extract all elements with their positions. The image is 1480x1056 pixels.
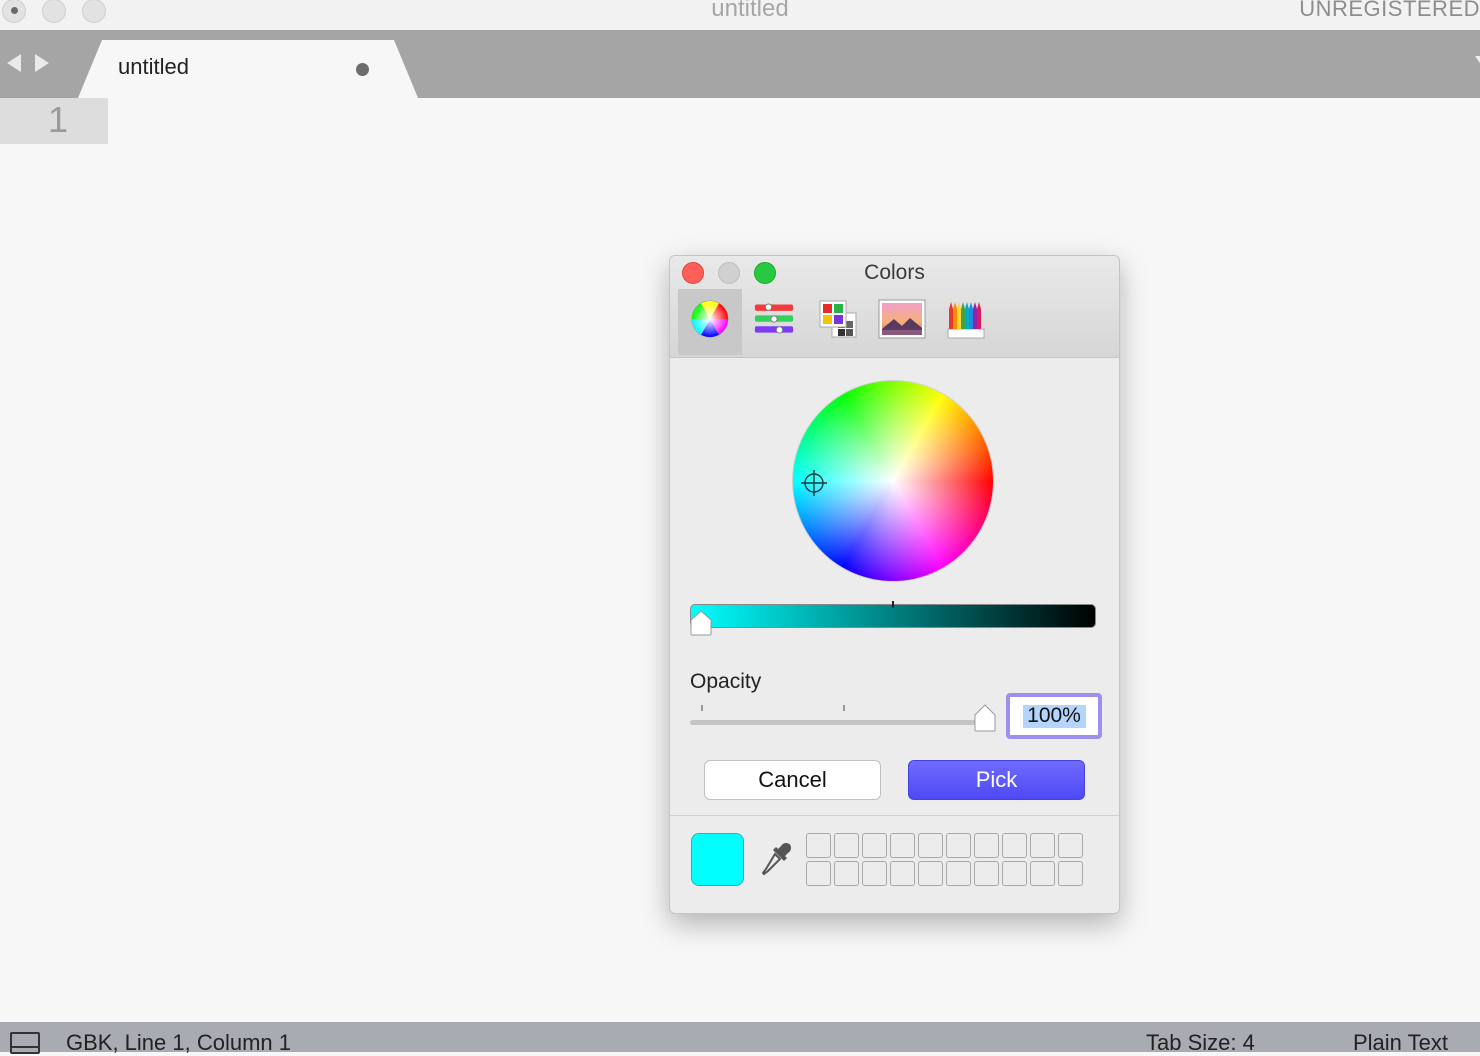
brightness-midpoint-tick: [892, 601, 894, 608]
custom-color-slot[interactable]: [918, 833, 943, 858]
image-palettes-icon: [878, 299, 926, 339]
panel-toggle-icon[interactable]: [10, 1032, 40, 1054]
pencils-icon: [947, 302, 985, 339]
opacity-label: Opacity: [690, 670, 762, 693]
tab-bar: untitled: [0, 30, 1480, 98]
opacity-slider[interactable]: [690, 720, 990, 725]
pick-button[interactable]: Pick: [908, 760, 1085, 800]
tab-image-palettes[interactable]: [870, 289, 934, 355]
color-wheel-icon: [691, 300, 729, 338]
tab-color-wheel[interactable]: [678, 289, 742, 355]
custom-color-grid: [806, 833, 1086, 889]
tab-untitled[interactable]: untitled: [78, 40, 418, 98]
custom-color-slot[interactable]: [1002, 861, 1027, 886]
window-title: untitled: [711, 0, 789, 22]
custom-color-slot[interactable]: [918, 861, 943, 886]
tab-size-selector[interactable]: Tab Size: 4: [1146, 1030, 1255, 1056]
brightness-slider-knob[interactable]: [690, 610, 712, 636]
custom-color-slot[interactable]: [862, 861, 887, 886]
cursor-position: GBK, Line 1, Column 1: [66, 1030, 292, 1055]
eyedropper-icon[interactable]: [760, 840, 794, 878]
custom-color-slot[interactable]: [806, 833, 831, 858]
unsaved-dot-icon[interactable]: [356, 63, 369, 76]
status-bar: GBK, Line 1, Column 1 Tab Size: 4 Plain …: [0, 1022, 1480, 1055]
custom-color-slot[interactable]: [1030, 861, 1055, 886]
current-color-swatch[interactable]: [691, 833, 744, 886]
custom-color-slot[interactable]: [974, 861, 999, 886]
opacity-slider-knob[interactable]: [974, 704, 996, 732]
gutter-current-line: 1: [0, 98, 108, 144]
custom-color-slot[interactable]: [1058, 861, 1083, 886]
previous-tab-icon[interactable]: [7, 54, 21, 72]
opacity-input[interactable]: [1010, 697, 1098, 735]
title-bar: untitled UNREGISTERED: [0, 0, 1480, 31]
panel-title-text: Colors: [864, 261, 925, 284]
panel-title: Colors: [670, 261, 1119, 285]
custom-color-slot[interactable]: [890, 861, 915, 886]
color-sliders-icon: [754, 303, 794, 334]
color-wheel-crosshair-icon[interactable]: [801, 470, 827, 496]
syntax-selector[interactable]: Plain Text: [1353, 1030, 1448, 1056]
custom-color-slot[interactable]: [1002, 833, 1027, 858]
opacity-tick: [843, 705, 845, 711]
custom-color-slot[interactable]: [890, 833, 915, 858]
tab-navigation: [7, 54, 53, 74]
panel-divider: [670, 815, 1119, 816]
tab-label: untitled: [118, 54, 189, 79]
custom-color-slot[interactable]: [1030, 833, 1055, 858]
next-tab-icon[interactable]: [35, 54, 49, 72]
custom-color-slot[interactable]: [946, 833, 971, 858]
line-number: 1: [47, 99, 68, 140]
custom-color-slot[interactable]: [806, 861, 831, 886]
custom-color-slot[interactable]: [862, 833, 887, 858]
colors-panel-toolbar: Colors: [670, 256, 1119, 358]
license-status: UNREGISTERED: [1299, 0, 1480, 21]
tab-color-palettes[interactable]: [806, 289, 870, 355]
opacity-field-frame: [1006, 693, 1102, 739]
tab-color-sliders[interactable]: [742, 289, 806, 355]
cancel-button[interactable]: Cancel: [704, 760, 881, 800]
tab-pencils[interactable]: [934, 289, 998, 355]
colors-panel: Colors Opacity 100% Cancel Pick: [669, 255, 1120, 914]
custom-color-slot[interactable]: [834, 861, 859, 886]
custom-color-slot[interactable]: [974, 833, 999, 858]
custom-color-slot[interactable]: [946, 861, 971, 886]
color-palettes-icon: [819, 300, 857, 338]
tab-menu-chevron-icon[interactable]: [1475, 56, 1480, 63]
custom-color-slot[interactable]: [1058, 833, 1083, 858]
custom-color-slot[interactable]: [834, 833, 859, 858]
opacity-tick: [701, 705, 703, 711]
